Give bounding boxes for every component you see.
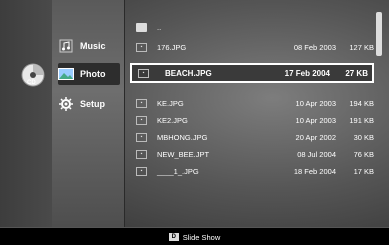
menu-item-label: Music bbox=[80, 41, 106, 51]
file-size: 17 KB bbox=[353, 166, 374, 176]
image-file-icon: ▪ bbox=[136, 115, 147, 125]
file-list: .. ▪ 176.JPG 08 Feb 2003 127 KB ▪ BEACH.… bbox=[126, 0, 378, 227]
menu-item-photo[interactable]: Photo bbox=[58, 63, 120, 85]
image-file-icon: ▪ bbox=[136, 149, 147, 159]
file-name: KE.JPG bbox=[157, 98, 184, 108]
list-item[interactable]: ▪ NEW_BEE.JPT 08 Jul 2004 76 KB bbox=[136, 147, 374, 161]
file-date: 08 Feb 2003 bbox=[293, 42, 336, 52]
file-date: 10 Apr 2003 bbox=[295, 98, 336, 108]
file-name: MBHONG.JPG bbox=[157, 132, 208, 142]
file-size: 76 KB bbox=[353, 149, 374, 159]
file-name: NEW_BEE.JPT bbox=[157, 149, 210, 159]
list-item[interactable]: ▪ ____1_.JPG 18 Feb 2004 17 KB bbox=[136, 164, 374, 178]
slide-show-hint[interactable]: Slide Show bbox=[183, 233, 221, 242]
file-size: 194 KB bbox=[349, 98, 374, 108]
scrollbar[interactable] bbox=[376, 12, 382, 212]
menu-item-label: Setup bbox=[80, 99, 106, 109]
menu-item-setup[interactable]: Setup bbox=[58, 93, 120, 115]
file-name: 176.JPG bbox=[157, 42, 187, 52]
source-panel bbox=[0, 0, 52, 227]
file-size: 127 KB bbox=[349, 42, 374, 52]
list-item[interactable]: ▪ MBHONG.JPG 20 Apr 2002 30 KB bbox=[136, 130, 374, 144]
file-size: 191 KB bbox=[349, 115, 374, 125]
d-button-icon: D bbox=[168, 233, 179, 241]
file-size: 27 KB bbox=[345, 68, 368, 78]
dvd-menu-screen: CD Music Photo Setup .. ▪ 176.JPG 08 Feb… bbox=[0, 0, 389, 245]
file-date: 20 Apr 2002 bbox=[295, 132, 336, 142]
list-item[interactable]: ▪ 176.JPG 08 Feb 2003 127 KB bbox=[136, 40, 374, 54]
folder-icon bbox=[136, 22, 147, 32]
gear-icon bbox=[58, 97, 74, 111]
list-item-selected[interactable]: ▪ BEACH.JPG 17 Feb 2004 27 KB bbox=[130, 63, 374, 83]
menu-item-label: Photo bbox=[80, 69, 106, 79]
image-file-icon: ▪ bbox=[136, 132, 147, 142]
disc-type-label: CD bbox=[27, 80, 36, 86]
menu-item-music[interactable]: Music bbox=[58, 35, 120, 57]
parent-folder-label: .. bbox=[157, 22, 162, 32]
parent-folder-row[interactable]: .. bbox=[136, 20, 374, 34]
file-date: 17 Feb 2004 bbox=[284, 68, 330, 78]
file-date: 18 Feb 2004 bbox=[293, 166, 336, 176]
file-name: KE2.JPG bbox=[157, 115, 188, 125]
file-size: 30 KB bbox=[353, 132, 374, 142]
list-item[interactable]: ▪ KE.JPG 10 Apr 2003 194 KB bbox=[136, 96, 374, 110]
scrollbar-thumb[interactable] bbox=[376, 12, 382, 56]
image-file-icon: ▪ bbox=[138, 68, 149, 78]
music-icon bbox=[58, 39, 74, 53]
image-file-icon: ▪ bbox=[136, 98, 147, 108]
file-date: 08 Jul 2004 bbox=[297, 149, 336, 159]
image-file-icon: ▪ bbox=[136, 42, 147, 52]
file-date: 10 Apr 2003 bbox=[295, 115, 336, 125]
list-item[interactable]: ▪ KE2.JPG 10 Apr 2003 191 KB bbox=[136, 113, 374, 127]
file-name: ____1_.JPG bbox=[157, 166, 199, 176]
footer-bar: D Slide Show bbox=[0, 227, 389, 245]
photo-icon bbox=[58, 67, 74, 81]
file-name: BEACH.JPG bbox=[165, 68, 212, 78]
image-file-icon: ▪ bbox=[136, 166, 147, 176]
